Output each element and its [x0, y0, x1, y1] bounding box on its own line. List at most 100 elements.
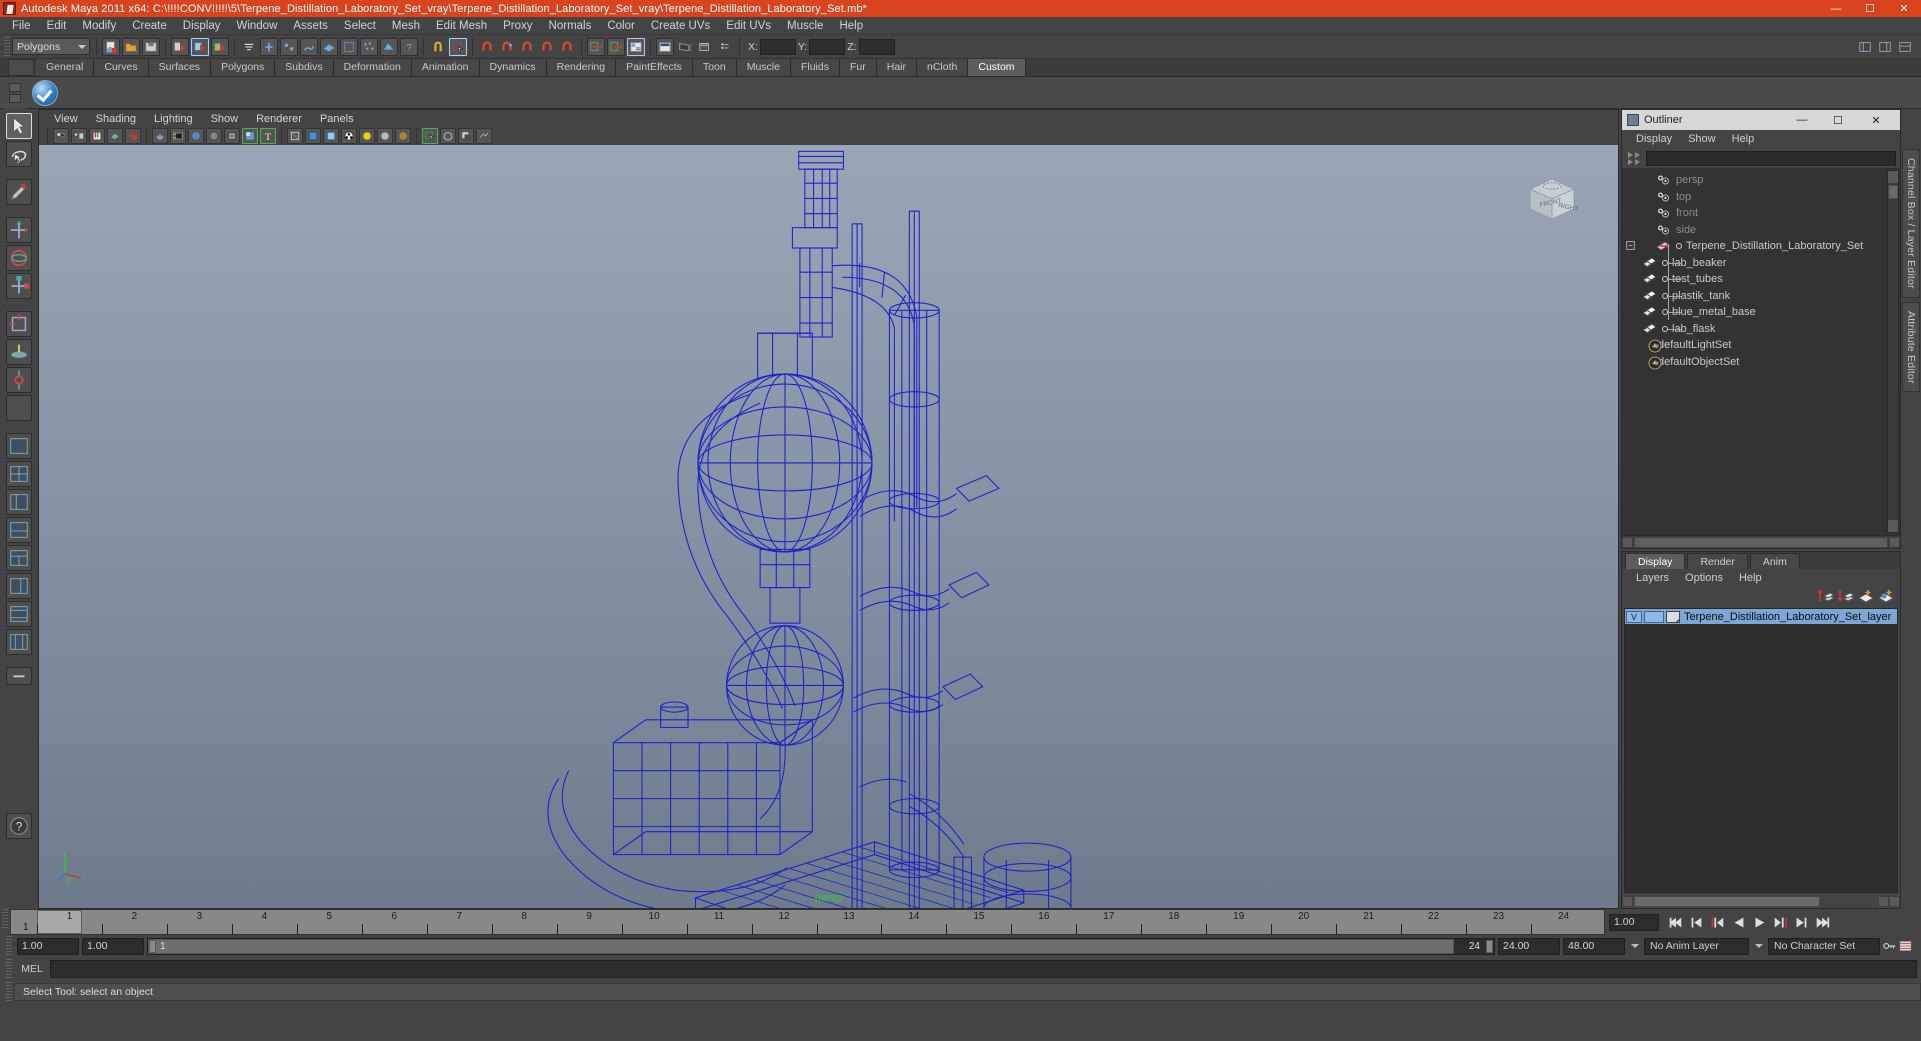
- tab-display[interactable]: Display: [1625, 553, 1686, 569]
- lasso-tool-button[interactable]: [6, 141, 32, 167]
- move-layer-up-icon[interactable]: [1817, 589, 1836, 603]
- mask-curves-button[interactable]: [300, 37, 318, 56]
- animation-preferences-icon[interactable]: [1899, 938, 1912, 955]
- menu-edit[interactable]: Edit: [39, 17, 75, 35]
- range-dropdown-arrow-icon[interactable]: [1628, 938, 1641, 955]
- layout-multi-panel-button[interactable]: [6, 629, 32, 655]
- view-cube[interactable]: FRONT RIGHT: [1524, 173, 1580, 225]
- layout-persp-uv-button[interactable]: [6, 573, 32, 599]
- isolate-select-icon[interactable]: [422, 128, 438, 144]
- auto-key-icon[interactable]: [1883, 938, 1896, 955]
- menu-color[interactable]: Color: [599, 17, 642, 35]
- component-mask-menu-icon[interactable]: [240, 38, 258, 56]
- viewport-menu-view[interactable]: View: [45, 113, 87, 125]
- scale-tool-button[interactable]: [6, 273, 32, 299]
- paint-selection-tool-button[interactable]: [6, 179, 32, 205]
- mask-handles-button[interactable]: [260, 37, 278, 56]
- shelf-options-handle[interactable]: [4, 76, 26, 109]
- outliner-menu-help[interactable]: Help: [1724, 133, 1763, 145]
- range-right-handle[interactable]: [1486, 939, 1493, 953]
- xray-active-components-icon[interactable]: [323, 128, 339, 144]
- snap-to-planes-icon[interactable]: [518, 38, 536, 56]
- layer-color-swatch[interactable]: [1666, 610, 1680, 623]
- snap-to-grids-button[interactable]: [449, 37, 467, 56]
- shadow-toggle-icon[interactable]: [458, 128, 474, 144]
- select-tool-button[interactable]: [6, 113, 32, 139]
- high-quality-render-icon[interactable]: [341, 128, 357, 144]
- film-gate-icon[interactable]: [170, 128, 186, 144]
- last-tool-used-button[interactable]: [6, 395, 32, 421]
- outliner-item-top[interactable]: top: [1622, 189, 1900, 206]
- mask-rendering-button[interactable]: [380, 37, 398, 56]
- step-forward-key-button[interactable]: [1792, 914, 1811, 931]
- mask-dynamics-button[interactable]: [360, 37, 378, 56]
- outliner-item-side[interactable]: side: [1622, 222, 1900, 239]
- shelf-tab-polygons[interactable]: Polygons: [211, 59, 276, 76]
- construction-history-button[interactable]: [627, 37, 645, 56]
- scrollbar-track[interactable]: [1634, 536, 1888, 548]
- range-slider-grip[interactable]: [6, 936, 12, 956]
- save-scene-button[interactable]: [142, 37, 160, 56]
- go-to-start-button[interactable]: [1666, 914, 1685, 931]
- outliner-item-defaultobjectset[interactable]: defaultObjectSet: [1622, 354, 1900, 371]
- new-scene-button[interactable]: [102, 37, 120, 56]
- menu-assets[interactable]: Assets: [285, 17, 336, 35]
- viewport-3d-canvas[interactable]: FRONT RIGHT y persp: [39, 145, 1618, 908]
- current-frame-marker[interactable]: [37, 910, 82, 934]
- collapse-expander-icon[interactable]: −: [1626, 241, 1635, 250]
- go-to-end-button[interactable]: [1813, 914, 1832, 931]
- toolbar-grip[interactable]: [4, 36, 10, 57]
- hypershade-button[interactable]: [716, 38, 734, 56]
- show-hide-attribute-editor-button[interactable]: [1876, 38, 1894, 56]
- z-field[interactable]: [858, 38, 895, 55]
- shelf-tab-dynamics[interactable]: Dynamics: [479, 59, 547, 76]
- light-brown-icon[interactable]: [395, 128, 411, 144]
- menu-display[interactable]: Display: [175, 17, 229, 35]
- range-left-handle[interactable]: [149, 939, 156, 953]
- shelf-tab-fur[interactable]: Fur: [839, 59, 877, 76]
- menu-file[interactable]: File: [4, 17, 39, 35]
- shelf-tab-curves[interactable]: Curves: [94, 59, 149, 76]
- shelf-tab-hair[interactable]: Hair: [876, 59, 917, 76]
- show-hide-modeling-toolkit-button[interactable]: [1856, 38, 1874, 56]
- wireframe-on-shaded-icon[interactable]: [224, 128, 240, 144]
- scroll-left-icon[interactable]: [1622, 896, 1633, 907]
- side-tab-channel-box[interactable]: Channel Box / Layer Editor: [1902, 149, 1920, 298]
- time-slider-grip[interactable]: [2, 909, 8, 929]
- outliner-item-plastik-tank[interactable]: plastik_tank: [1622, 288, 1900, 305]
- menu-select[interactable]: Select: [336, 17, 384, 35]
- step-back-key-button[interactable]: [1687, 914, 1706, 931]
- maximize-button[interactable]: ☐: [1853, 0, 1887, 17]
- snap-to-points-icon[interactable]: [498, 38, 516, 56]
- scroll-right-icon[interactable]: [1889, 896, 1900, 907]
- layer-playback-toggle[interactable]: [1644, 610, 1664, 623]
- layout-four-view-button[interactable]: [6, 461, 32, 487]
- step-forward-frame-button[interactable]: [1771, 914, 1790, 931]
- menu-edit-mesh[interactable]: Edit Mesh: [428, 17, 495, 35]
- texture-display-icon[interactable]: [242, 128, 258, 144]
- outliner-horizontal-scrollbar[interactable]: [1622, 535, 1900, 548]
- light-yellow-icon[interactable]: [359, 128, 375, 144]
- range-bar[interactable]: 1 24: [147, 937, 1495, 955]
- bookmarks-icon[interactable]: [89, 128, 105, 144]
- show-hide-channel-box-button[interactable]: [1896, 38, 1914, 56]
- command-line-grip[interactable]: [6, 959, 12, 979]
- menu-mesh[interactable]: Mesh: [384, 17, 428, 35]
- step-back-frame-button[interactable]: [1708, 914, 1727, 931]
- shade-options-icon[interactable]: [206, 128, 222, 144]
- mask-misc-button[interactable]: ?: [400, 37, 418, 56]
- play-forwards-button[interactable]: [1750, 914, 1769, 931]
- layout-persp-outliner-button[interactable]: [6, 489, 32, 515]
- shelf-tab-painteffects[interactable]: PaintEffects: [616, 59, 693, 76]
- viewport-extra-icon[interactable]: [476, 128, 492, 144]
- outliner-menu-display[interactable]: Display: [1628, 133, 1680, 145]
- outliner-search-input[interactable]: [1646, 150, 1896, 166]
- two-d-pan-zoom-icon[interactable]: [125, 128, 141, 144]
- help-line-grip[interactable]: [6, 982, 12, 1002]
- shelf-tab-ncloth[interactable]: nCloth: [917, 59, 969, 76]
- command-line-input[interactable]: [50, 960, 1917, 978]
- layer-menu-help[interactable]: Help: [1731, 572, 1770, 584]
- range-bar-fill[interactable]: [148, 938, 1454, 954]
- side-tab-attribute-editor[interactable]: Attribute Editor: [1902, 301, 1920, 393]
- layer-visibility-toggle[interactable]: V: [1626, 610, 1642, 623]
